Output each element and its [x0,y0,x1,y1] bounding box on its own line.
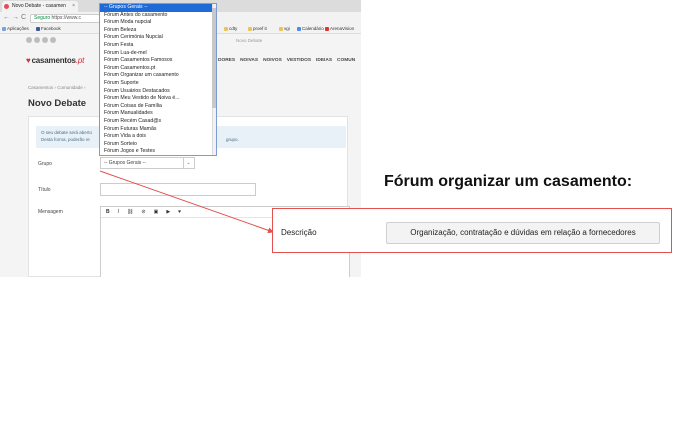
titulo-input[interactable] [100,183,256,196]
facebook-icon [36,27,40,31]
link-icon[interactable]: ⛓ [127,209,133,215]
apps-icon [2,27,6,31]
scrollbar-thumb[interactable] [212,8,216,108]
social-icons [26,37,56,43]
nav-item-vestidos[interactable]: VESTIDOS [287,58,311,63]
dropdown-scrollbar[interactable] [212,4,216,155]
italic-button[interactable]: I [118,209,119,215]
grupo-select[interactable]: -- Grupos Gerais -- ⌄ [100,157,195,169]
dropdown-option[interactable]: Fórum Beleza [100,27,216,35]
page-title: Novo Debate [28,98,87,109]
nav-item-noivas[interactable]: NOIVAS [240,58,258,63]
dropdown-option[interactable]: Fórum Casamentos.pt [100,65,216,73]
dropdown-option[interactable]: Fórum Jogos e Testes [100,148,216,155]
favicon-icon [4,4,9,9]
bookmark-facebook[interactable]: Facebook [36,24,61,34]
mensagem-label: Mensagem [38,209,63,215]
description-label: Descrição [281,228,317,237]
nav-item-noivos[interactable]: NOIVOS [263,58,282,63]
bookmark-calendario[interactable]: Calendário [297,24,324,34]
tab-title: Novo Debate - casamen [12,3,66,9]
dropdown-option[interactable]: Fórum Sorteio [100,141,216,149]
bookmark-arenavision[interactable]: ArenaVision [325,24,354,34]
dropdown-option[interactable]: Fórum Usuários Destacados [100,88,216,96]
folder-icon [224,27,228,31]
folder-icon [248,27,252,31]
grupo-label: Grupo [38,161,52,167]
bold-button[interactable]: B [106,209,110,215]
arenavision-icon [325,27,329,31]
tab-close-icon[interactable]: × [72,1,75,12]
video-icon[interactable]: ▶ [166,209,170,215]
heart-icon: ♥ [26,56,31,65]
secure-label: Seguro [34,15,51,21]
dropdown-option[interactable]: Fórum Casamentos Famosos [100,57,216,65]
bookmark-vgi[interactable]: vgi [279,24,290,34]
breadcrumb[interactable]: Casamentos › Comunidade › [28,85,86,90]
dropdown-option[interactable]: Fórum Recém Casad@s [100,118,216,126]
url-text: https://www.c [51,15,81,21]
facebook-icon[interactable] [26,37,32,43]
pinterest-icon[interactable] [42,37,48,43]
dropdown-option[interactable]: Fórum Futuras Mamãs [100,126,216,134]
tab-novo-debate[interactable]: Novo Debate - casamen × [2,1,78,12]
unlink-icon[interactable]: ⊘ [141,209,145,215]
nav-item[interactable]: DORES [218,58,235,63]
twitter-icon[interactable] [34,37,40,43]
header-page-label: Novo Debate [236,38,263,43]
back-arrow-icon[interactable]: ← [3,14,10,22]
grupo-dropdown-list[interactable]: -- Grupos Gerais -- Fórum Antes do casame… [99,3,217,156]
address-bar[interactable]: Seguro https://www.c [30,14,100,23]
dropdown-option[interactable]: Fórum Cerimónia Nupcial [100,34,216,42]
dropdown-option[interactable]: Fórum Meu Vestido de Noiva é... [100,95,216,103]
main-nav: DORES NOIVAS NOIVOS VESTIDOS IDEIAS COMU… [218,58,355,63]
bookmark-cdty[interactable]: cdty [224,24,237,34]
dropdown-option[interactable]: -- Grupos Gerais -- [100,4,216,12]
description-callout: Descrição Organização, contratação e dúv… [272,208,672,253]
grupo-select-value: -- Grupos Gerais -- [104,160,146,166]
info-line-end: grupo. [226,137,239,142]
image-icon[interactable]: ▣ [154,209,159,215]
nav-item-ideias[interactable]: IDEIAS [316,58,332,63]
nav-item-comunidade[interactable]: COMUN [337,58,355,63]
dropdown-option[interactable]: Fórum Lua-de-mel [100,50,216,58]
bookmark-proef[interactable]: proef it [248,24,267,34]
googleplus-icon[interactable] [50,37,56,43]
description-field[interactable]: Organização, contratação e dúvidas em re… [386,222,660,244]
dropdown-options: -- Grupos Gerais -- Fórum Antes do casame… [100,4,216,155]
titulo-label: Título [38,187,51,193]
dropdown-option[interactable]: Fórum Manualidades [100,110,216,118]
dropdown-option[interactable]: Fórum Suporte [100,80,216,88]
folder-icon [279,27,283,31]
dropdown-option[interactable]: Fórum Moda nupcial [100,19,216,27]
dropdown-option[interactable]: Fórum Festa [100,42,216,50]
dropdown-option[interactable]: Fórum Vida a dois [100,133,216,141]
dropdown-option[interactable]: Fórum Antes do casamento [100,12,216,20]
calendar-icon [297,27,301,31]
heart-icon[interactable]: ♥ [178,209,181,215]
forward-arrow-icon[interactable]: → [12,14,19,22]
reload-icon[interactable]: C [21,14,26,22]
site-logo[interactable]: ♥casamentos.pt [26,56,84,65]
dropdown-option[interactable]: Fórum Coisas de Família [100,103,216,111]
annotation-heading: Fórum organizar um casamento: [384,173,633,190]
bookmark-apps[interactable]: Aplicações [2,24,29,34]
chevron-down-icon: ⌄ [183,158,193,168]
dropdown-option[interactable]: Fórum Organizar um casamento [100,72,216,80]
